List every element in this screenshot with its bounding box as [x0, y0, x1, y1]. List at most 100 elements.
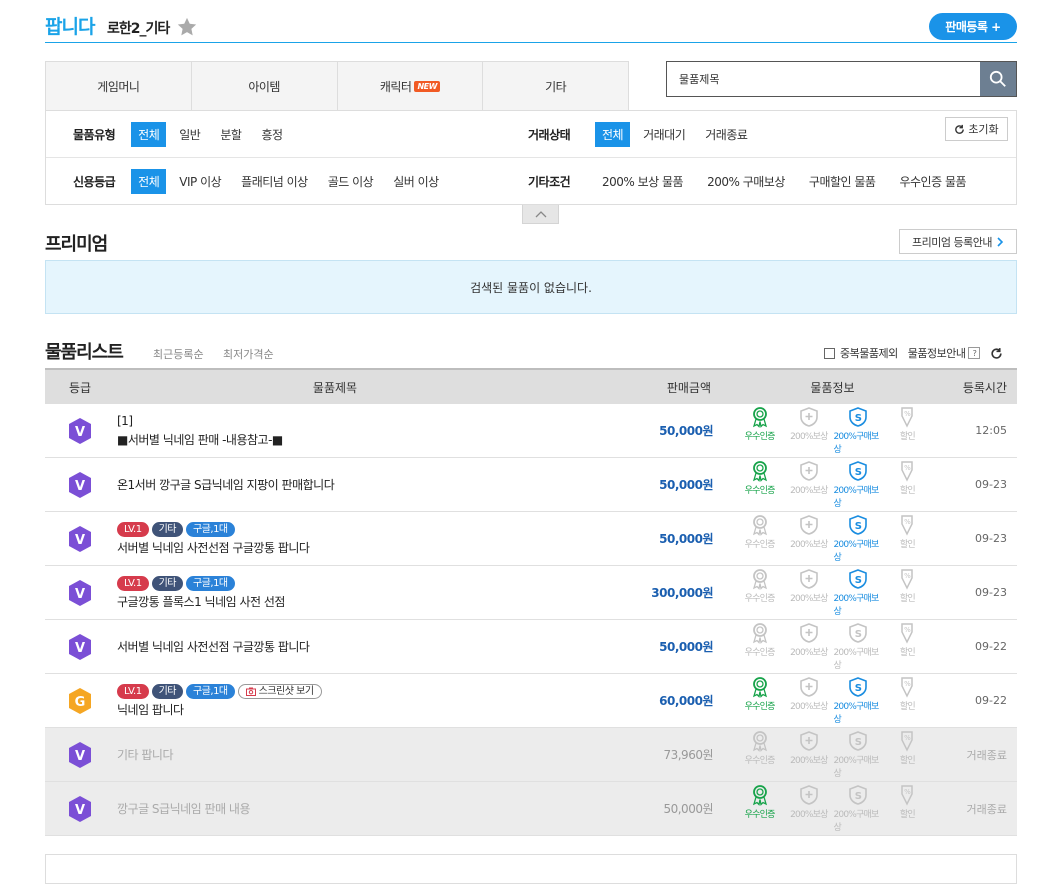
table-row[interactable]: V 기타 팝니다 73,960원 우수인증 200%보상 S 200%구매보상 % 할인 거래종료 — [45, 728, 1017, 782]
exclude-duplicate-checkbox[interactable] — [824, 347, 835, 359]
item-title-cell[interactable]: LV.1 기타 구글,1대 서버별 닉네임 사전선점 구글깡통 팝니다 — [115, 521, 555, 556]
svg-text:V: V — [75, 803, 85, 818]
exclude-duplicate-label: 중복물품제외 — [840, 347, 898, 360]
registered-time: 09-23 — [975, 586, 1007, 599]
table-row[interactable]: G LV.1 기타 구글,1대 스크린샷 보기 닉네임 팝니다 60,000원 우수인증 200… — [45, 674, 1017, 728]
etc-option-discount[interactable]: 구매할인 물품 — [802, 169, 883, 194]
grade-badge: V — [45, 417, 115, 445]
item-tag: 구글,1대 — [185, 683, 235, 699]
header-grade: 등급 — [68, 380, 92, 395]
buy-icon: S 200%구매보상 — [834, 676, 883, 725]
item-title[interactable]: 서버별 닉네임 사전선점 구글깡통 팝니다 — [117, 638, 555, 655]
item-title-cell[interactable]: LV.1 기타 구글,1대 구글깡통 플록스1 닉네임 사전 선점 — [115, 575, 555, 610]
item-info: 우수인증 200%보상 S 200%구매보상 % 할인 — [713, 730, 932, 779]
sort-lowest-price[interactable]: 최저가격순 — [223, 346, 274, 362]
type-option-normal[interactable]: 일반 — [172, 122, 207, 147]
type-option-all[interactable]: 전체 — [131, 121, 167, 147]
refresh-icon — [955, 124, 965, 134]
buy-icon: S 200%구매보상 — [834, 406, 883, 455]
table-row[interactable]: V 온1서버 깡구글 S급닉네임 지팡이 판매합니다 50,000원 우수인증 200%… — [45, 458, 1017, 512]
registered-time: 거래종료 — [966, 748, 1007, 762]
item-title-cell[interactable]: [1] ■서버별 닉네임 판매 -내용참고-■ — [115, 414, 555, 448]
buy-icon: S 200%구매보상 — [834, 622, 883, 671]
search-icon — [989, 70, 1006, 87]
item-title[interactable]: 구글깡통 플록스1 닉네임 사전 선점 — [117, 593, 555, 610]
item-title[interactable]: 닉네임 팝니다 — [117, 701, 555, 718]
status-option-all[interactable]: 전체 — [595, 121, 631, 147]
type-option-split[interactable]: 분할 — [213, 122, 248, 147]
sort-recent[interactable]: 최근등록순 — [153, 346, 204, 362]
sale-icon: % 할인 — [899, 785, 916, 820]
page-title: 팝니다 — [45, 16, 95, 38]
svg-text:%: % — [904, 680, 911, 688]
table-row[interactable]: V 깡구글 S급닉네임 판매 내용 50,000원 우수인증 200%보상 S 200%구매… — [45, 782, 1017, 836]
search-input[interactable] — [667, 62, 980, 96]
comp-icon: 200%보상 — [784, 568, 833, 617]
screenshot-button[interactable]: 스크린샷 보기 — [237, 683, 322, 699]
tab-character[interactable]: 캐릭터 NEW — [338, 62, 484, 110]
item-info-guide[interactable]: 물품정보안내 — [908, 345, 966, 361]
reset-button[interactable]: 초기화 — [945, 117, 1008, 141]
premium-guide-button[interactable]: 프리미엄 등록안내 — [899, 229, 1017, 254]
sale-icon: % 할인 — [899, 569, 916, 604]
table-row[interactable]: V LV.1 기타 구글,1대 서버별 닉네임 사전선점 구글깡통 팝니다 50,000원… — [45, 512, 1017, 566]
header-price: 판매금액 — [666, 380, 711, 395]
svg-text:S: S — [855, 521, 862, 532]
item-prefix: [1] — [117, 413, 133, 428]
table-row[interactable]: V 서버별 닉네임 사전선점 구글깡통 팝니다 50,000원 우수인증 200%보상 S… — [45, 620, 1017, 674]
credit-option-gold[interactable]: 골드 이상 — [321, 169, 380, 194]
cert-icon: 우수인증 — [735, 460, 784, 509]
sale-icon: % 할인 — [899, 461, 916, 496]
collapse-filter-button[interactable] — [522, 205, 559, 224]
item-title-cell[interactable]: 기타 팝니다 — [115, 746, 555, 763]
type-option-negotiate[interactable]: 흥정 — [254, 122, 289, 147]
item-tag: 기타 — [151, 575, 183, 591]
table-row[interactable]: V [1] ■서버별 닉네임 판매 -내용참고-■ 50,000원 우수인증 200%보상… — [45, 404, 1017, 458]
grade-badge: V — [45, 525, 115, 553]
etc-option-buy-comp[interactable]: 200% 구매보상 — [700, 169, 792, 194]
item-tag: 기타 — [151, 521, 183, 537]
credit-option-vip[interactable]: VIP 이상 — [172, 169, 228, 194]
tab-item[interactable]: 아이템 — [192, 62, 338, 110]
status-option-closed[interactable]: 거래종료 — [698, 122, 754, 147]
buy-icon: S 200%구매보상 — [834, 460, 883, 509]
tab-game-money[interactable]: 게임머니 — [46, 62, 192, 110]
registered-time: 09-22 — [975, 694, 1007, 707]
status-option-waiting[interactable]: 거래대기 — [636, 122, 692, 147]
item-title[interactable]: 기타 팝니다 — [117, 746, 555, 763]
item-title-cell[interactable]: 온1서버 깡구글 S급닉네임 지팡이 판매합니다 — [115, 476, 555, 493]
item-info: 우수인증 200%보상 S 200%구매보상 % 할인 — [713, 622, 932, 671]
item-title[interactable]: 깡구글 S급닉네임 판매 내용 — [117, 800, 555, 817]
credit-option-all[interactable]: 전체 — [131, 169, 167, 194]
etc-option-comp[interactable]: 200% 보상 물품 — [595, 169, 690, 194]
table-row[interactable]: V LV.1 기타 구글,1대 구글깡통 플록스1 닉네임 사전 선점 300,000원 우… — [45, 566, 1017, 620]
svg-text:V: V — [75, 425, 85, 440]
chevron-right-icon — [997, 236, 1004, 247]
buy-icon: S 200%구매보상 — [834, 730, 883, 779]
item-tag: 구글,1대 — [185, 521, 235, 537]
svg-text:V: V — [75, 749, 85, 764]
item-title-cell[interactable]: LV.1 기타 구글,1대 스크린샷 보기 닉네임 팝니다 — [115, 683, 555, 718]
etc-option-certified[interactable]: 우수인증 물품 — [892, 169, 973, 194]
cert-icon: 우수인증 — [735, 406, 784, 455]
search-button[interactable] — [980, 62, 1016, 96]
item-title-cell[interactable]: 깡구글 S급닉네임 판매 내용 — [115, 800, 555, 817]
item-tag: 구글,1대 — [185, 575, 235, 591]
register-sale-button[interactable]: 판매등록 + — [929, 13, 1017, 40]
credit-option-platinum[interactable]: 플래티넘 이상 — [234, 169, 315, 194]
registered-time: 09-22 — [975, 640, 1007, 653]
comp-icon: 200%보상 — [784, 460, 833, 509]
item-title[interactable]: 서버별 닉네임 사전선점 구글깡통 팝니다 — [117, 539, 555, 556]
question-icon[interactable]: ? — [968, 347, 981, 359]
star-icon[interactable] — [176, 16, 198, 41]
item-title[interactable]: ■서버별 닉네임 판매 -내용참고-■ — [117, 431, 555, 448]
sale-icon: % 할인 — [899, 623, 916, 658]
item-price: 60,000원 — [659, 694, 713, 708]
item-price: 50,000원 — [663, 802, 713, 816]
svg-text:%: % — [904, 410, 911, 418]
item-title[interactable]: 온1서버 깡구글 S급닉네임 지팡이 판매합니다 — [117, 476, 555, 493]
tab-etc[interactable]: 기타 — [483, 62, 628, 110]
credit-option-silver[interactable]: 실버 이상 — [386, 169, 445, 194]
item-title-cell[interactable]: 서버별 닉네임 사전선점 구글깡통 팝니다 — [115, 638, 555, 655]
item-tag: 기타 — [151, 683, 183, 699]
